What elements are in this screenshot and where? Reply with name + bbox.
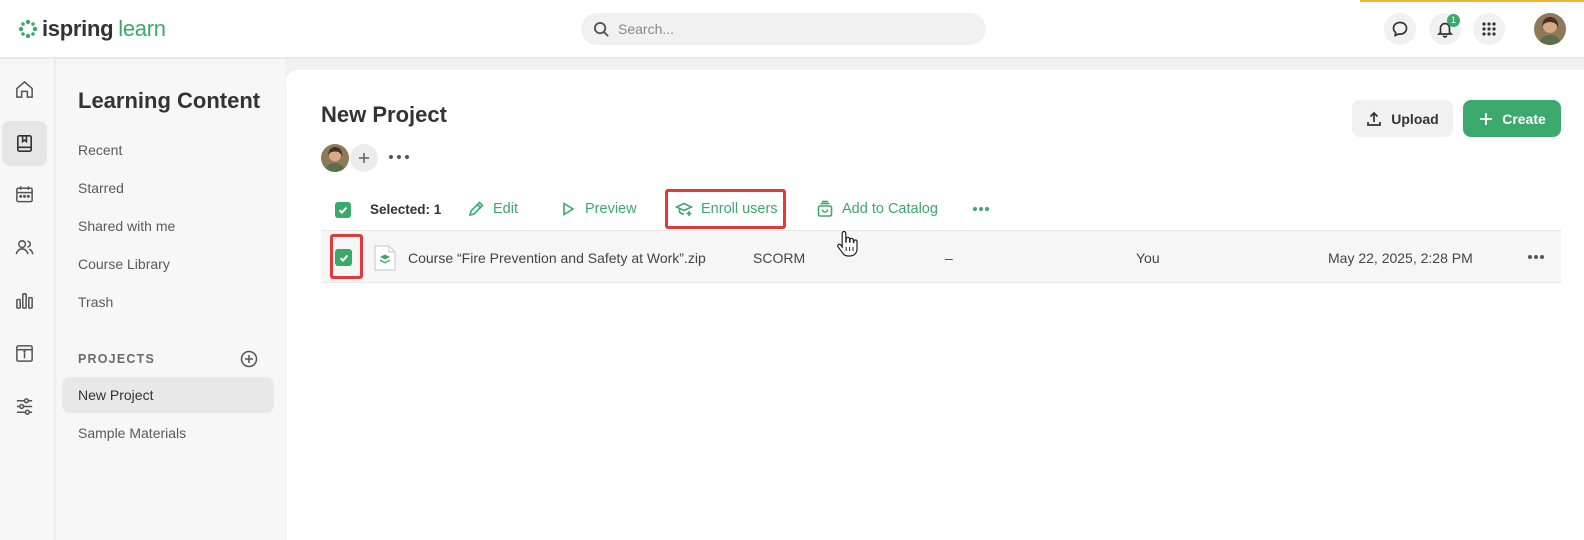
project-sample-materials[interactable]: Sample Materials — [62, 415, 274, 451]
member-avatar[interactable] — [321, 144, 349, 172]
add-to-catalog-button[interactable]: Add to Catalog — [816, 188, 938, 230]
search-icon — [593, 21, 609, 37]
search-input[interactable] — [618, 21, 958, 37]
edit-label: Edit — [493, 201, 518, 217]
nav-learning-content[interactable] — [2, 121, 47, 166]
pencil-icon — [468, 201, 484, 217]
nav-settings[interactable] — [2, 384, 47, 429]
row-more-button[interactable] — [1528, 255, 1544, 259]
info-panel-icon — [16, 345, 33, 362]
table-row[interactable]: Course “Fire Prevention and Safety at Wo… — [321, 230, 1561, 283]
reports-icon — [16, 293, 33, 309]
app-logo[interactable]: ispring learn — [18, 15, 166, 43]
chat-button[interactable] — [1384, 13, 1416, 45]
apps-button[interactable] — [1473, 13, 1505, 45]
select-all-checkbox[interactable] — [335, 202, 351, 218]
member-avatar-image — [321, 144, 349, 172]
logo-text-ispring: ispring — [42, 16, 114, 41]
add-project-icon[interactable] — [240, 350, 258, 368]
user-avatar-image — [1534, 13, 1566, 45]
create-button[interactable]: Create — [1463, 100, 1561, 137]
nav-users[interactable] — [2, 225, 47, 270]
plus-icon — [359, 153, 369, 163]
row-empty-value: – — [945, 250, 953, 266]
checkmark-icon — [338, 206, 348, 215]
row-type: SCORM — [753, 250, 806, 266]
apps-grid-icon — [1482, 22, 1496, 36]
projects-header: PROJECTS — [78, 352, 155, 366]
top-bar: ispring learn 1 — [0, 0, 1584, 58]
row-checkbox[interactable] — [335, 249, 352, 266]
users-icon — [15, 240, 34, 255]
selected-count: Selected: 1 — [370, 202, 442, 217]
ispring-logo-icon — [18, 19, 38, 39]
edit-button[interactable]: Edit — [467, 188, 518, 230]
upload-icon — [1367, 111, 1382, 126]
user-avatar[interactable] — [1534, 13, 1566, 45]
upload-button[interactable]: Upload — [1352, 100, 1453, 137]
selection-toolbar: Selected: 1 Edit Preview Enroll users Ad… — [321, 188, 1561, 230]
sliders-icon — [16, 398, 33, 415]
content-sidebar: Learning Content Recent Starred Shared w… — [56, 59, 285, 540]
page-title: New Project — [321, 102, 447, 127]
scorm-file-icon — [374, 245, 396, 271]
notifications-button[interactable]: 1 — [1429, 13, 1461, 45]
notification-badge: 1 — [1447, 14, 1460, 27]
nav-calendar[interactable] — [2, 172, 47, 217]
enroll-users-label: Enroll users — [701, 201, 778, 217]
upload-label: Upload — [1391, 110, 1439, 127]
left-nav-rail — [0, 59, 55, 540]
hand-cursor-icon — [837, 230, 858, 257]
preview-label: Preview — [585, 201, 637, 217]
sidebar-title: Learning Content — [78, 88, 261, 113]
search-bar[interactable] — [581, 13, 986, 45]
sidebar-item-shared[interactable]: Shared with me — [78, 218, 175, 234]
catalog-icon — [817, 200, 833, 217]
chat-icon — [1392, 21, 1408, 37]
row-owner: You — [1136, 250, 1160, 266]
home-icon — [16, 80, 33, 98]
play-icon — [563, 202, 575, 216]
toolbar-more-button[interactable] — [973, 207, 989, 211]
sidebar-item-course-library[interactable]: Course Library — [78, 256, 170, 272]
add-member-button[interactable] — [350, 144, 378, 172]
accent-strip — [1360, 0, 1584, 2]
nav-home[interactable] — [2, 67, 47, 112]
calendar-icon — [16, 186, 33, 203]
nav-info-panel[interactable] — [2, 331, 47, 376]
row-name[interactable]: Course “Fire Prevention and Safety at Wo… — [408, 250, 706, 266]
row-date: May 22, 2025, 2:28 PM — [1328, 250, 1473, 266]
book-icon — [17, 135, 32, 152]
enroll-users-button[interactable]: Enroll users — [675, 188, 778, 230]
nav-reports[interactable] — [2, 278, 47, 323]
preview-button[interactable]: Preview — [559, 188, 637, 230]
graduation-cap-icon — [675, 202, 693, 216]
sidebar-item-trash[interactable]: Trash — [78, 294, 113, 310]
plus-icon — [1480, 112, 1493, 125]
sidebar-item-starred[interactable]: Starred — [78, 180, 124, 196]
main-panel: New Project Upload Create Selected: 1 Ed… — [286, 70, 1584, 540]
logo-text-learn: learn — [118, 16, 166, 41]
add-to-catalog-label: Add to Catalog — [842, 201, 938, 217]
project-new-project[interactable]: New Project — [62, 377, 274, 413]
checkmark-icon — [339, 254, 348, 262]
create-label: Create — [1502, 110, 1546, 127]
sidebar-item-recent[interactable]: Recent — [78, 142, 122, 158]
project-more-button[interactable] — [389, 150, 409, 164]
